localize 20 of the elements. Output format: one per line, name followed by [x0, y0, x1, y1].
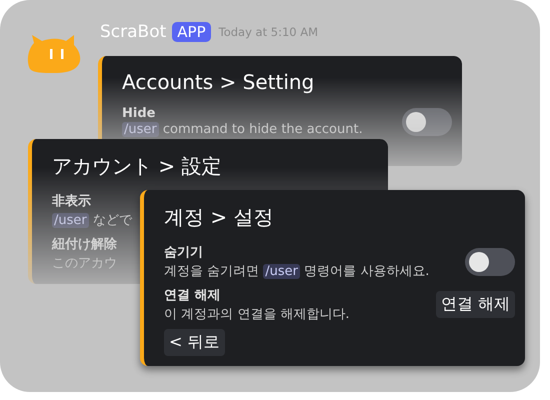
toggle-switch[interactable]: [402, 108, 452, 136]
setting-label: 숨기기: [164, 244, 204, 261]
cat-icon: [26, 33, 82, 75]
back-button[interactable]: < 뒤로: [164, 329, 224, 356]
description-text: /user などで: [52, 212, 132, 229]
card-title: アカウント > 設定: [52, 153, 222, 180]
setting-label: Hide: [122, 106, 156, 121]
description-text: このアカウ: [52, 255, 117, 272]
description-text: 계정을 숨기려면 /user 명령어를 사용하세요.: [164, 263, 430, 280]
timestamp: Today at 5:10 AM: [218, 25, 318, 39]
card-title: Accounts > Setting: [122, 70, 316, 94]
app-badge: APP: [172, 22, 211, 42]
description-text: 이 계정과의 연결을 해제합니다.: [164, 306, 350, 323]
setting-label: 연결 해제: [164, 287, 222, 304]
card-title: 계정 > 설정: [164, 204, 274, 231]
setting-label: 非表示: [52, 193, 92, 210]
unlink-button[interactable]: 연결 해제: [436, 291, 515, 318]
description-text: /user command to hide the account.: [122, 122, 363, 137]
toggle-switch[interactable]: [465, 248, 515, 276]
setting-label: 紐付け解除: [52, 236, 117, 253]
